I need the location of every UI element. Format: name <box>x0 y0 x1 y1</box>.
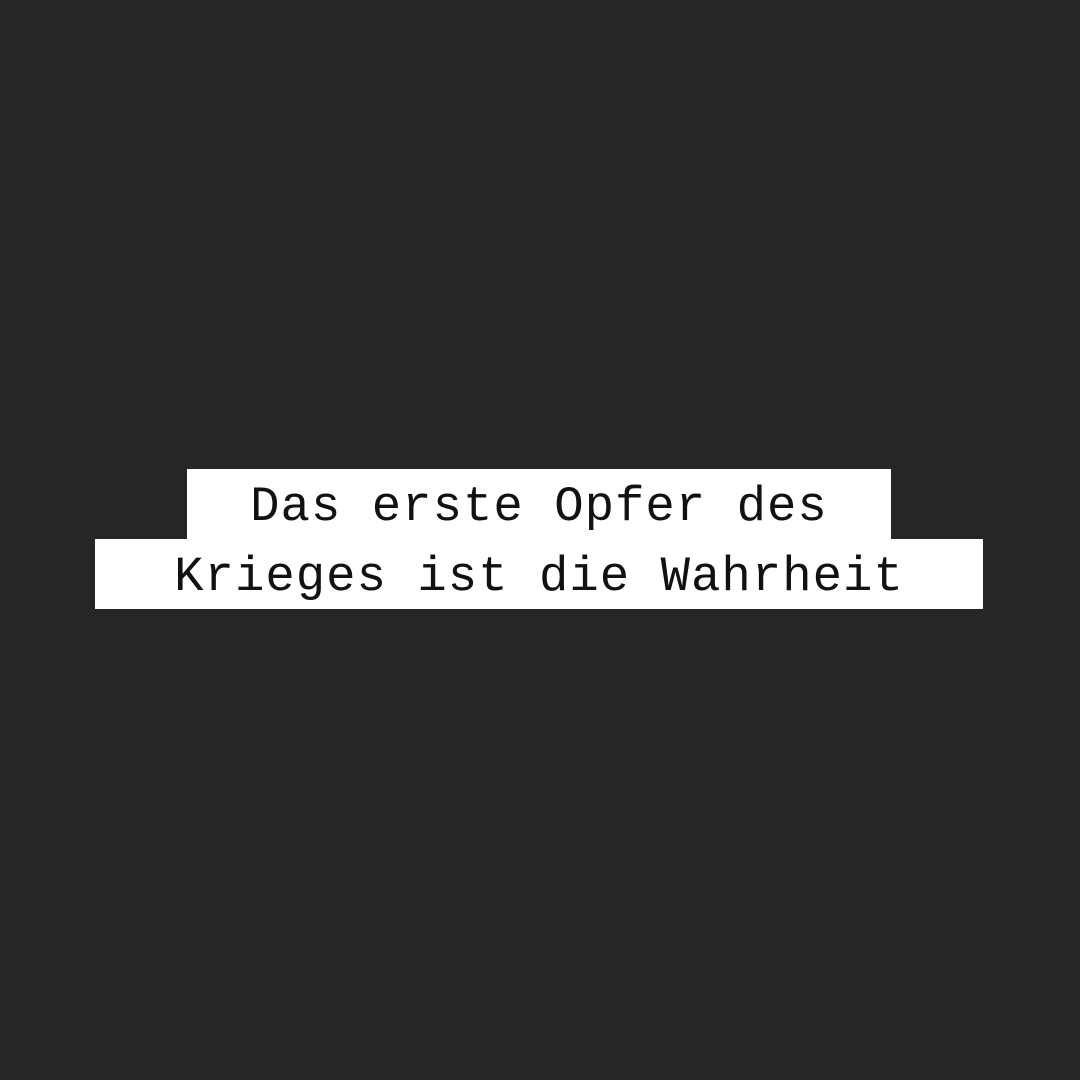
quote-line-2: Krieges ist die Wahrheit <box>95 539 983 609</box>
quote-line-1: Das erste Opfer des <box>187 469 891 539</box>
quote-block: Das erste Opfer des Krieges ist die Wahr… <box>0 0 1080 1080</box>
